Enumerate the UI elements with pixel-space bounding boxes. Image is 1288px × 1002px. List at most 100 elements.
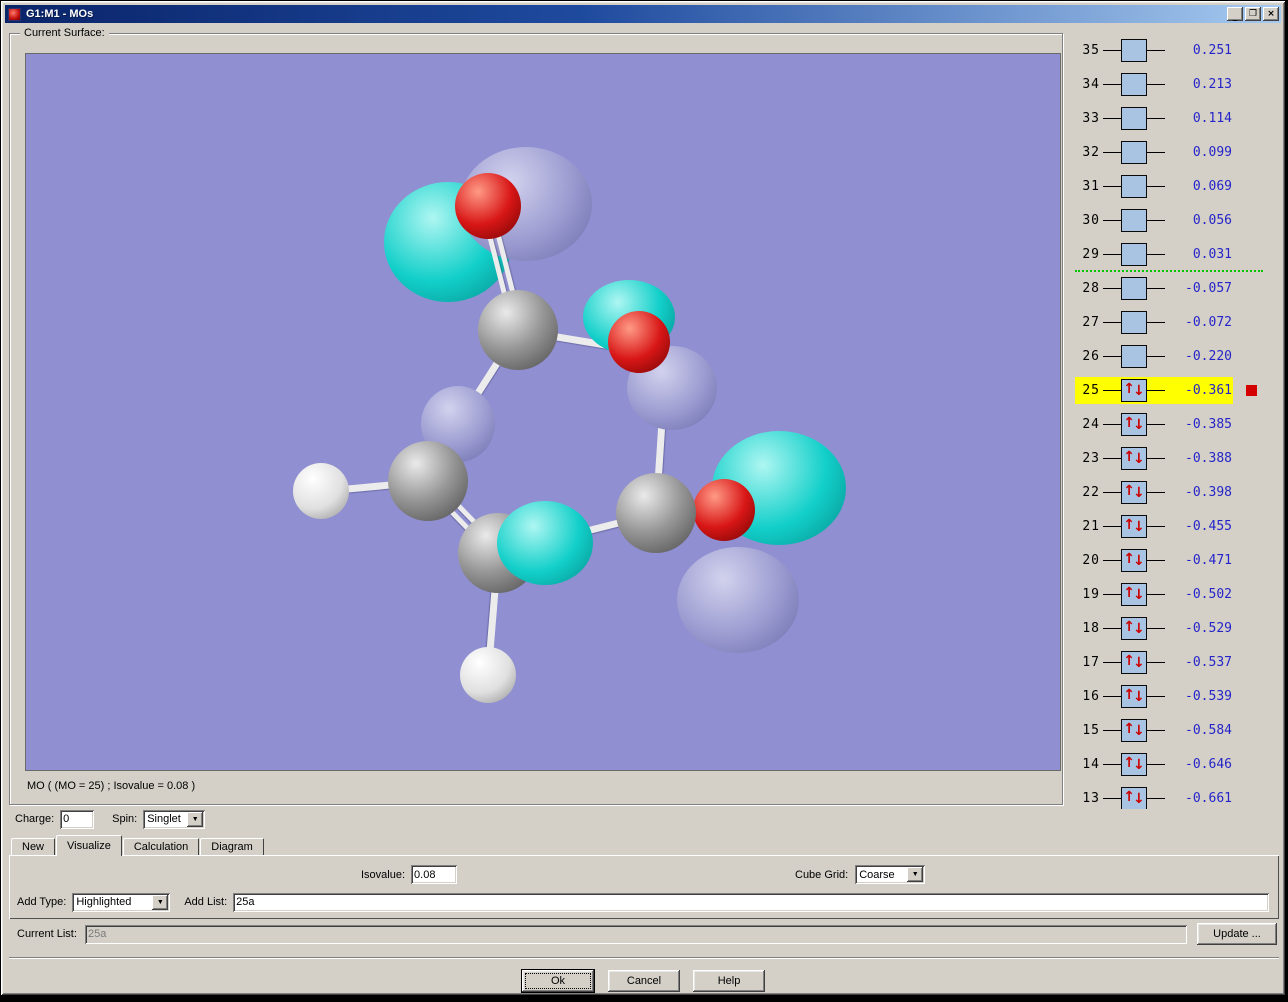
charge-label: Charge:: [15, 813, 55, 825]
dropdown-arrow-icon[interactable]: ▼: [187, 811, 204, 827]
dropdown-arrow-icon[interactable]: ▼: [907, 867, 924, 882]
occupied-orbital-box[interactable]: ↑ ↓: [1121, 548, 1147, 572]
mo-row-16[interactable]: 16 ↑ ↓ -0.539: [1075, 679, 1285, 713]
cancel-button[interactable]: Cancel: [608, 970, 680, 992]
virtual-orbital-box[interactable]: [1121, 310, 1147, 334]
virtual-orbital-box[interactable]: [1121, 38, 1147, 62]
current-list-label: Current List:: [17, 928, 77, 940]
spin-down-arrow-icon: ↓: [1133, 587, 1145, 603]
mo-row-17[interactable]: 17 ↑ ↓ -0.537: [1075, 645, 1285, 679]
mo-row-30[interactable]: 30 0.056: [1075, 203, 1285, 237]
virtual-orbital-box[interactable]: [1121, 242, 1147, 266]
mo-row-19[interactable]: 19 ↑ ↓ -0.502: [1075, 577, 1285, 611]
divider: [9, 957, 1279, 958]
virtual-orbital-box[interactable]: [1121, 106, 1147, 130]
occupied-orbital-box[interactable]: ↑ ↓: [1121, 514, 1147, 538]
spin-down-arrow-icon: ↓: [1133, 417, 1145, 433]
virtual-orbital-box[interactable]: [1121, 208, 1147, 232]
ok-button[interactable]: Ok: [521, 969, 595, 993]
cube-grid-group: Cube Grid: Coarse ▼: [795, 865, 926, 884]
occupied-orbital-box[interactable]: ↑ ↓: [1121, 786, 1147, 809]
isovalue-group: Isovalue:: [361, 865, 458, 884]
mo-lobe-purple: [677, 547, 799, 653]
mo-row-34[interactable]: 34 0.213: [1075, 67, 1285, 101]
mo-row-23[interactable]: 23 ↑ ↓ -0.388: [1075, 441, 1285, 475]
charge-spin-row: Charge: Spin: Singlet ▼: [15, 809, 206, 829]
spin-down-arrow-icon: ↓: [1133, 723, 1145, 739]
add-list-input[interactable]: [233, 892, 1269, 912]
spin-down-arrow-icon: ↓: [1133, 621, 1145, 637]
mo-row-33[interactable]: 33 0.114: [1075, 101, 1285, 135]
occupied-orbital-box[interactable]: ↑ ↓: [1121, 718, 1147, 742]
current-list-field: [85, 924, 1187, 944]
isovalue-input[interactable]: [411, 865, 458, 884]
mo-list: 35 0.251 34 0.213 33 0.114 32 0.099 31 0.069 30 0.0…: [1075, 33, 1285, 809]
spin-down-arrow-icon: ↓: [1133, 655, 1145, 671]
occupied-orbital-box[interactable]: ↑ ↓: [1121, 650, 1147, 674]
dialog-buttons: Ok Cancel Help: [1, 969, 1285, 993]
occupied-orbital-box[interactable]: ↑ ↓: [1121, 446, 1147, 470]
occupied-orbital-box[interactable]: ↑ ↓: [1121, 752, 1147, 776]
current-list-row: Current List: Update ...: [17, 923, 1277, 945]
mo-row-13[interactable]: 13 ↑ ↓ -0.661: [1075, 781, 1285, 809]
visualize-tab-panel: Isovalue: Cube Grid: Coarse ▼ Add Type: …: [9, 855, 1279, 919]
virtual-orbital-box[interactable]: [1121, 72, 1147, 96]
virtual-orbital-box[interactable]: [1121, 174, 1147, 198]
oxygen-atom: [693, 479, 755, 541]
occupied-orbital-box[interactable]: ↑ ↓: [1121, 480, 1147, 504]
minimize-button[interactable]: _: [1227, 7, 1243, 21]
selected-mo-marker: [1246, 384, 1257, 396]
occupied-orbital-box[interactable]: ↑ ↓: [1121, 616, 1147, 640]
cube-grid-select[interactable]: Coarse ▼: [855, 865, 926, 884]
mo-row-18[interactable]: 18 ↑ ↓ -0.529: [1075, 611, 1285, 645]
carbon-atom: [388, 441, 468, 521]
tab-visualize[interactable]: Visualize: [56, 835, 122, 856]
charge-input[interactable]: [60, 809, 95, 829]
mo-row-29[interactable]: 29 0.031: [1075, 237, 1285, 271]
add-type-select[interactable]: Highlighted ▼: [72, 892, 171, 912]
mo-row-14[interactable]: 14 ↑ ↓ -0.646: [1075, 747, 1285, 781]
isovalue-label: Isovalue:: [361, 868, 406, 881]
spin-label: Spin:: [112, 813, 138, 825]
mo-row-27[interactable]: 27 -0.072: [1075, 305, 1285, 339]
tab-diagram[interactable]: Diagram: [200, 838, 264, 856]
tab-calculation[interactable]: Calculation: [122, 838, 200, 856]
help-button[interactable]: Help: [693, 970, 765, 992]
dropdown-arrow-icon[interactable]: ▼: [152, 894, 169, 910]
occupied-orbital-box[interactable]: ↑ ↓: [1121, 684, 1147, 708]
add-list-label: Add List:: [184, 896, 228, 908]
close-button[interactable]: ×: [1263, 7, 1279, 21]
spin-down-arrow-icon: ↓: [1133, 519, 1145, 535]
mo-row-21[interactable]: 21 ↑ ↓ -0.455: [1075, 509, 1285, 543]
mo-row-28[interactable]: 28 -0.057: [1075, 271, 1285, 305]
spin-down-arrow-icon: ↓: [1133, 451, 1145, 467]
mo-row-32[interactable]: 32 0.099: [1075, 135, 1285, 169]
mo-row-24[interactable]: 24 ↑ ↓ -0.385: [1075, 407, 1285, 441]
add-type-label: Add Type:: [17, 896, 67, 908]
titlebar[interactable]: G1:M1 - MOs _ ❐ ×: [5, 5, 1281, 23]
mo-row-15[interactable]: 15 ↑ ↓ -0.584: [1075, 713, 1285, 747]
update-button[interactable]: Update ...: [1197, 923, 1277, 945]
virtual-orbital-box[interactable]: [1121, 276, 1147, 300]
spin-down-arrow-icon: ↓: [1133, 485, 1145, 501]
mo-row-35[interactable]: 35 0.251: [1075, 33, 1285, 67]
maximize-button[interactable]: ❐: [1245, 7, 1261, 21]
mo-row-26[interactable]: 26 -0.220: [1075, 339, 1285, 373]
surface-status-text: MO ( (MO = 25) ; Isovalue = 0.08 ): [27, 780, 196, 792]
occupied-orbital-box[interactable]: ↑ ↓: [1121, 412, 1147, 436]
virtual-orbital-box[interactable]: [1121, 344, 1147, 368]
virtual-orbital-box[interactable]: [1121, 140, 1147, 164]
tab-new[interactable]: New: [11, 838, 56, 856]
mo-row-25[interactable]: 25 ↑ ↓ -0.361: [1075, 373, 1285, 407]
occupied-orbital-box[interactable]: ↑ ↓: [1121, 378, 1147, 402]
mo-row-22[interactable]: 22 ↑ ↓ -0.398: [1075, 475, 1285, 509]
spin-down-arrow-icon: ↓: [1133, 383, 1145, 399]
occupied-orbital-box[interactable]: ↑ ↓: [1121, 582, 1147, 606]
current-surface-label: Current Surface:: [20, 27, 109, 39]
molecule-viewport[interactable]: [25, 53, 1061, 771]
mo-row-20[interactable]: 20 ↑ ↓ -0.471: [1075, 543, 1285, 577]
mo-row-31[interactable]: 31 0.069: [1075, 169, 1285, 203]
spin-down-arrow-icon: ↓: [1133, 757, 1145, 773]
spin-select[interactable]: Singlet ▼: [143, 809, 206, 829]
tab-bar: New Visualize Calculation Diagram: [11, 835, 265, 856]
